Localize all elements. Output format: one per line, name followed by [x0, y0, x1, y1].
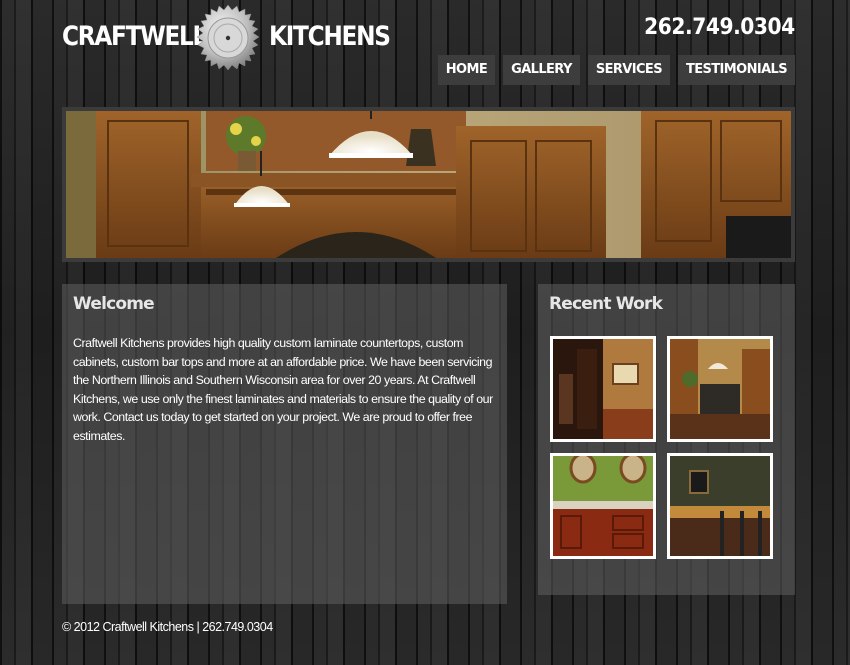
footer-copyright: © 2012 Craftwell Kitchens | 262.749.0304	[62, 620, 273, 634]
logo-text-right: KITCHENS	[269, 21, 391, 52]
welcome-panel: Welcome Craftwell Kitchens provides high…	[62, 284, 507, 604]
recent-work-thumbnail-1[interactable]	[550, 336, 656, 442]
hero-banner-image	[62, 107, 795, 262]
recent-work-thumbnail-4[interactable]	[667, 453, 773, 559]
recent-work-thumbnail-3[interactable]	[550, 453, 656, 559]
recent-work-thumbnail-2[interactable]	[667, 336, 773, 442]
nav-services[interactable]: SERVICES	[587, 55, 670, 85]
nav-testimonials[interactable]: TESTIMONIALS	[677, 55, 795, 85]
nav-gallery[interactable]: GALLERY	[503, 55, 580, 85]
welcome-text: Craftwell Kitchens provides high quality…	[73, 336, 493, 443]
header-phone: 262.749.0304	[644, 15, 795, 40]
saw-blade-icon	[196, 4, 260, 71]
welcome-title: Welcome	[73, 294, 155, 314]
nav-home[interactable]: HOME	[437, 55, 496, 85]
main-nav: HOME GALLERY SERVICES TESTIMONIALS	[437, 55, 795, 85]
logo-text-left: CRAFTWELL	[62, 21, 207, 52]
recent-work-title: Recent Work	[549, 294, 663, 314]
recent-work-panel: Recent Work	[538, 284, 795, 595]
site-logo[interactable]: CRAFTWELL KITCHENS	[62, 4, 391, 72]
